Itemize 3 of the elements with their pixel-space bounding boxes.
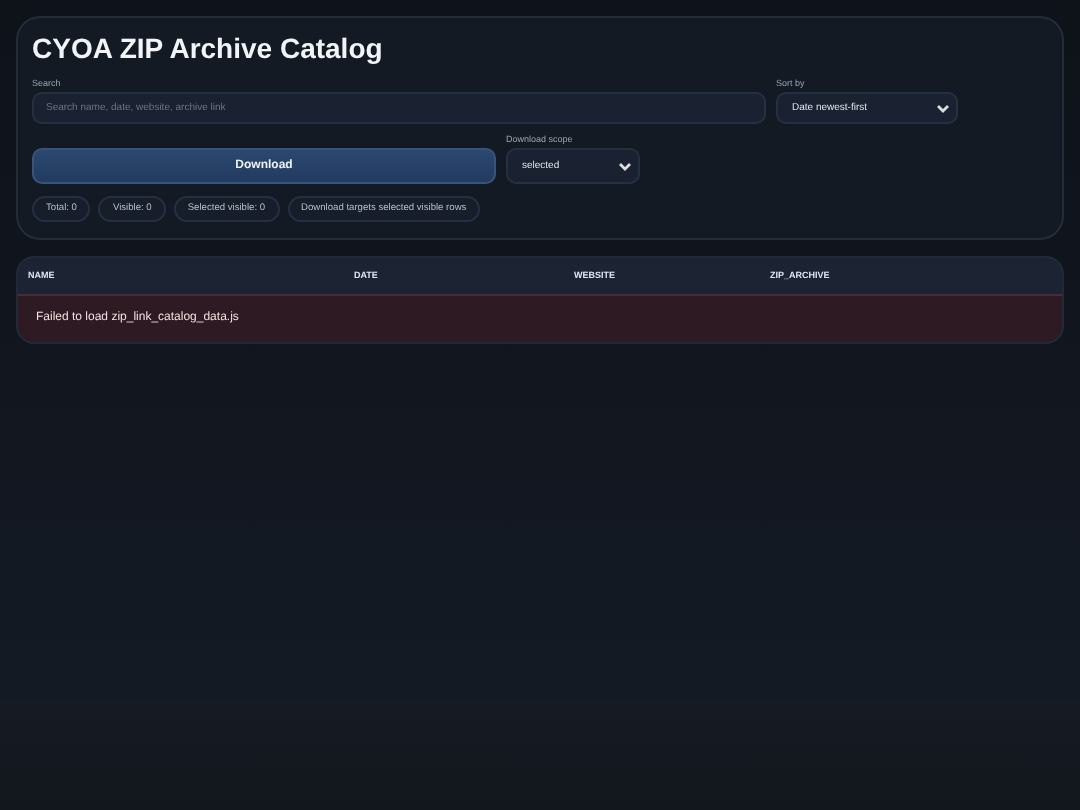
chevron-icon bbox=[618, 161, 632, 171]
chevron-icon bbox=[936, 103, 950, 113]
page-title: CYOA ZIP Archive Catalog bbox=[32, 32, 385, 64]
